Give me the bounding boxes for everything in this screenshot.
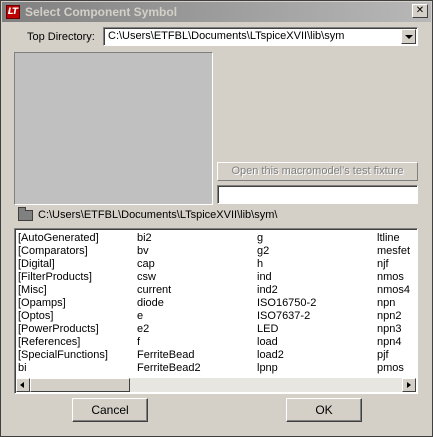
list-item[interactable]: mesfet — [377, 245, 410, 258]
list-item[interactable]: FerriteBead — [137, 349, 201, 362]
close-button[interactable]: ✕ — [412, 4, 428, 18]
list-item[interactable]: [Opamps] — [18, 297, 108, 310]
list-item[interactable]: bv — [137, 245, 201, 258]
list-item[interactable]: npn4 — [377, 336, 410, 349]
list-column-4: ltline mesfet njf nmos nmos4 npn npn2 np… — [377, 232, 410, 375]
list-item[interactable]: [References] — [18, 336, 108, 349]
list-item[interactable]: pmos — [377, 362, 410, 375]
list-item[interactable]: [PowerProducts] — [18, 323, 108, 336]
list-column-1: [AutoGenerated] [Comparators] [Digital] … — [18, 232, 108, 375]
list-item[interactable]: ISO16750-2 — [257, 297, 316, 310]
list-item[interactable]: load — [257, 336, 316, 349]
scroll-left-icon[interactable] — [16, 378, 30, 392]
list-item[interactable]: [Misc] — [18, 284, 108, 297]
open-test-fixture-button[interactable]: Open this macromodel's test fixture — [217, 162, 418, 181]
list-item[interactable]: LED — [257, 323, 316, 336]
component-list[interactable]: [AutoGenerated] [Comparators] [Digital] … — [14, 228, 418, 394]
list-item[interactable]: bi — [18, 362, 108, 375]
ok-button[interactable]: OK — [286, 398, 362, 422]
list-item[interactable]: e2 — [137, 323, 201, 336]
list-item[interactable]: FerriteBead2 — [137, 362, 201, 375]
list-item[interactable]: nmos4 — [377, 284, 410, 297]
symbol-preview — [14, 52, 213, 205]
list-item[interactable]: bi2 — [137, 232, 201, 245]
list-item[interactable]: csw — [137, 271, 201, 284]
list-item[interactable]: [Digital] — [18, 258, 108, 271]
list-item[interactable]: g — [257, 232, 316, 245]
current-path: C:\Users\ETFBL\Documents\LTspiceXVII\lib… — [38, 209, 278, 221]
list-item[interactable]: npn — [377, 297, 410, 310]
folder-icon — [18, 207, 33, 221]
list-item[interactable]: diode — [137, 297, 201, 310]
list-item[interactable]: pjf — [377, 349, 410, 362]
list-item[interactable]: lpnp — [257, 362, 316, 375]
list-item[interactable]: h — [257, 258, 316, 271]
list-item[interactable]: g2 — [257, 245, 316, 258]
window-title: Select Component Symbol — [25, 5, 178, 19]
list-item[interactable]: ltline — [377, 232, 410, 245]
select-component-dialog: LT Select Component Symbol ✕ Top Directo… — [0, 0, 433, 437]
list-item[interactable]: [AutoGenerated] — [18, 232, 108, 245]
list-item[interactable]: current — [137, 284, 201, 297]
horizontal-scrollbar[interactable] — [16, 378, 416, 392]
top-directory-select[interactable]: C:\Users\ETFBL\Documents\LTspiceXVII\lib… — [103, 27, 418, 46]
list-item[interactable]: [Optos] — [18, 310, 108, 323]
list-item[interactable]: [SpecialFunctions] — [18, 349, 108, 362]
list-item[interactable]: njf — [377, 258, 410, 271]
list-item[interactable]: load2 — [257, 349, 316, 362]
top-directory-value: C:\Users\ETFBL\Documents\LTspiceXVII\lib… — [108, 30, 345, 42]
scroll-right-icon[interactable] — [402, 378, 416, 392]
list-item[interactable]: f — [137, 336, 201, 349]
top-directory-label: Top Directory: — [27, 31, 95, 43]
list-item[interactable]: [Comparators] — [18, 245, 108, 258]
list-item[interactable]: e — [137, 310, 201, 323]
list-item[interactable]: nmos — [377, 271, 410, 284]
list-item[interactable]: ind2 — [257, 284, 316, 297]
list-item[interactable]: ind — [257, 271, 316, 284]
title-bar[interactable]: LT Select Component Symbol ✕ — [2, 2, 431, 22]
ltspice-app-icon: LT — [6, 5, 20, 19]
list-column-2: bi2 bv cap csw current diode e e2 f Ferr… — [137, 232, 201, 375]
cancel-button[interactable]: Cancel — [72, 398, 148, 422]
list-item[interactable]: [FilterProducts] — [18, 271, 108, 284]
description-field[interactable] — [217, 185, 418, 204]
list-item[interactable]: cap — [137, 258, 201, 271]
list-item[interactable]: npn3 — [377, 323, 410, 336]
list-column-3: g g2 h ind ind2 ISO16750-2 ISO7637-2 LED… — [257, 232, 316, 375]
chevron-down-icon[interactable] — [401, 29, 416, 44]
scrollbar-thumb[interactable] — [30, 378, 130, 392]
list-item[interactable]: ISO7637-2 — [257, 310, 316, 323]
list-item[interactable]: npn2 — [377, 310, 410, 323]
